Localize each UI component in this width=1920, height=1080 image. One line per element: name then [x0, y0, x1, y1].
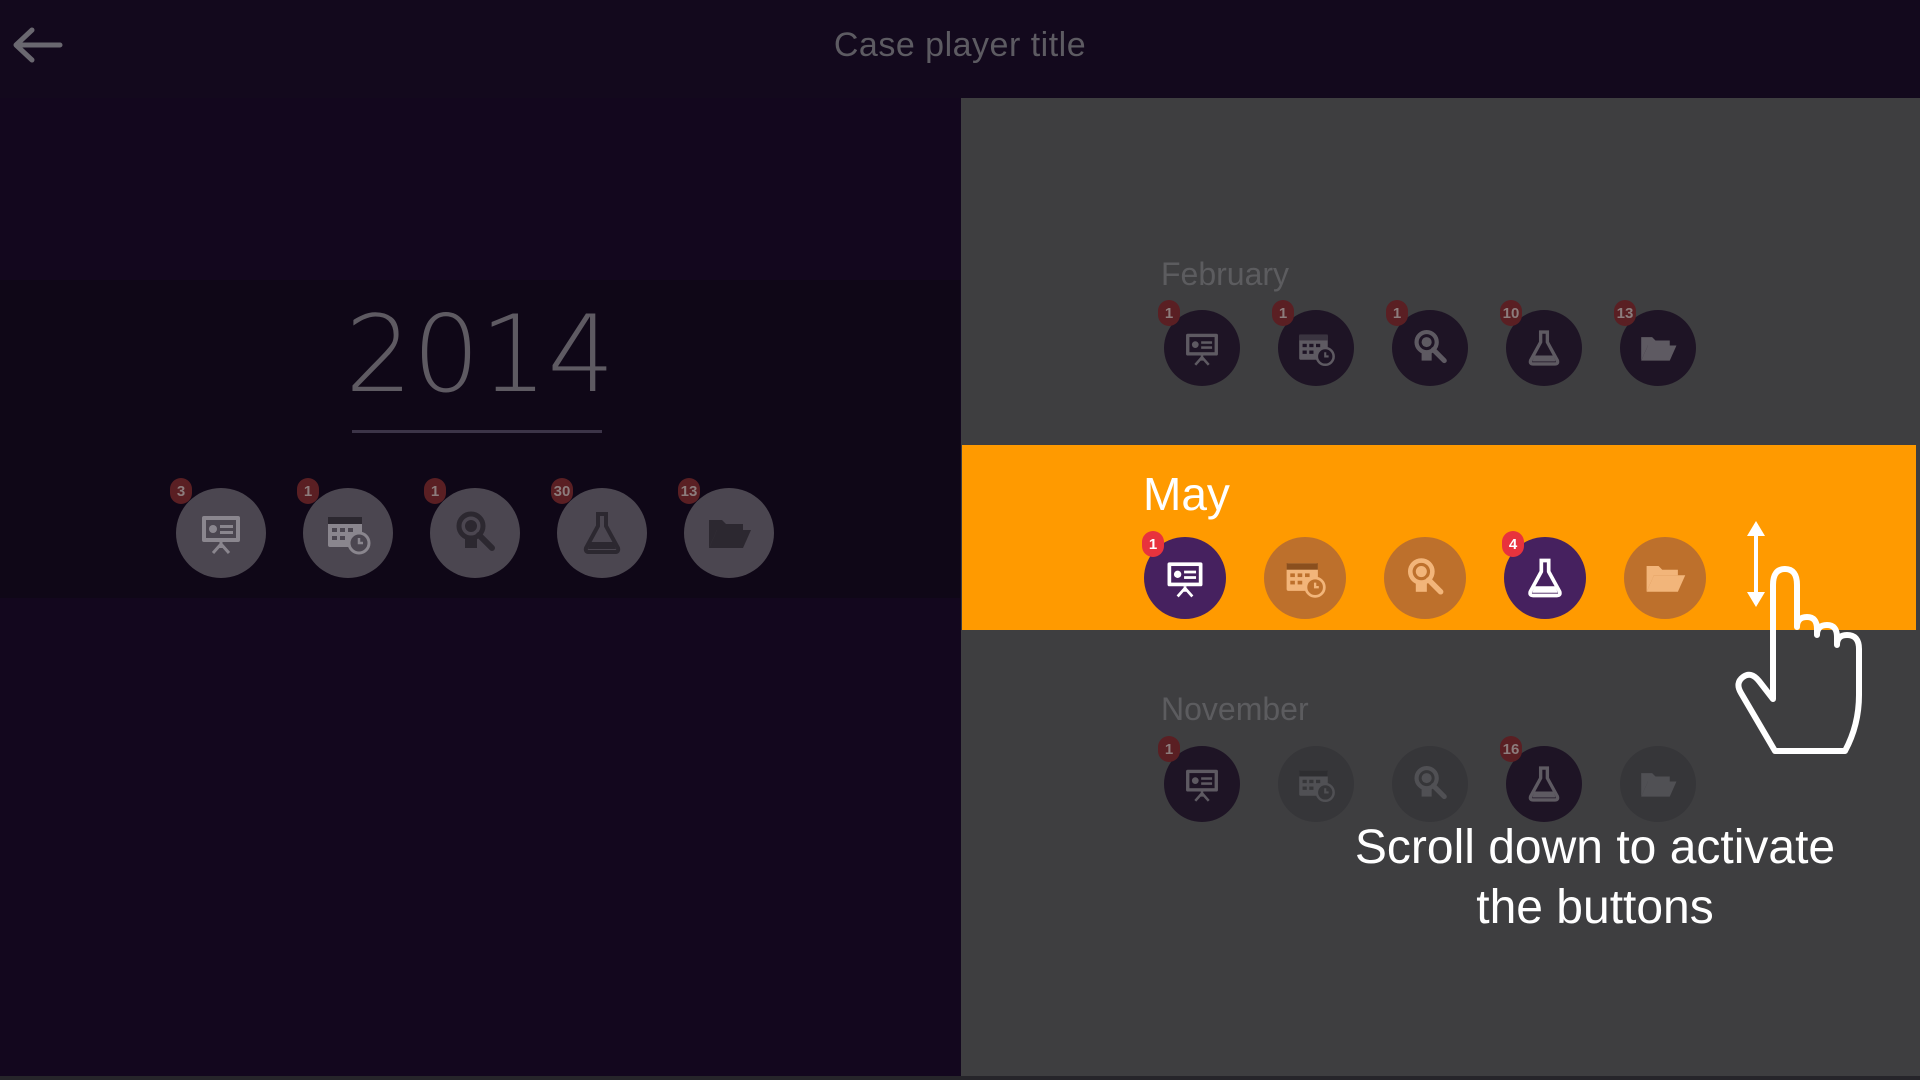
- november-lab-badge: 16: [1500, 736, 1522, 762]
- february-lab-button[interactable]: 10: [1500, 300, 1582, 386]
- presentation-icon: [1186, 333, 1218, 366]
- magnifier-icon: [456, 511, 495, 551]
- february-calendar-badge: 1: [1272, 300, 1294, 326]
- year-search-button[interactable]: 1: [424, 478, 520, 578]
- february-presentation-badge: 1: [1158, 300, 1180, 326]
- may-button-row: 1 4: [1142, 531, 1706, 619]
- flask-icon: [1528, 766, 1560, 802]
- pointing-hand-icon: [1735, 566, 1862, 754]
- may-lab-button[interactable]: 4: [1502, 531, 1586, 619]
- folder-icon: [1641, 337, 1677, 361]
- presentation-icon: [1186, 769, 1218, 802]
- presentation-icon: [1167, 562, 1203, 598]
- scroll-hint-text: Scroll down to activate the buttons: [1310, 818, 1880, 938]
- february-search-button[interactable]: 1: [1386, 300, 1468, 386]
- february-button-row: 1 1 1 10 13: [1158, 300, 1696, 386]
- february-folder-button[interactable]: 13: [1614, 300, 1696, 386]
- year-lab-badge: 30: [551, 478, 573, 504]
- year-calendar-badge: 1: [297, 478, 319, 504]
- november-lab-button[interactable]: 16: [1500, 736, 1582, 822]
- may-presentation-button[interactable]: 1: [1142, 531, 1226, 619]
- magnifier-icon: [1414, 329, 1447, 364]
- november-presentation-badge: 1: [1158, 736, 1180, 762]
- february-lab-badge: 10: [1500, 300, 1522, 326]
- may-calendar-button[interactable]: [1264, 537, 1346, 619]
- magnifier-icon: [1407, 558, 1444, 595]
- bottom-divider: [0, 1076, 1920, 1080]
- february-presentation-button[interactable]: 1: [1158, 300, 1240, 386]
- november-button-row: 1 16: [1158, 736, 1696, 822]
- year-presentation-badge: 3: [170, 478, 192, 504]
- year-presentation-button[interactable]: 3: [170, 478, 266, 578]
- november-folder-button[interactable]: [1620, 746, 1696, 822]
- year-underline: [352, 430, 602, 433]
- month-label-may: May: [1143, 468, 1230, 520]
- may-presentation-badge: 1: [1142, 531, 1164, 557]
- may-folder-button[interactable]: [1624, 537, 1706, 619]
- year-folder-button[interactable]: 13: [678, 478, 774, 578]
- calendar-clock-icon: [328, 517, 371, 555]
- year-lab-button[interactable]: 30: [551, 478, 647, 578]
- november-presentation-button[interactable]: 1: [1158, 736, 1240, 822]
- folder-icon: [709, 520, 751, 548]
- year-label: 2014: [345, 293, 615, 416]
- year-button-row: 3 1 1 30 13: [170, 478, 774, 578]
- year-folder-badge: 13: [678, 478, 700, 504]
- flask-icon: [1528, 558, 1562, 598]
- calendar-clock-icon: [1299, 770, 1335, 803]
- year-search-badge: 1: [424, 478, 446, 504]
- scroll-hint-line-2: the buttons: [1476, 881, 1714, 934]
- may-search-button[interactable]: [1384, 537, 1466, 619]
- year-calendar-button[interactable]: 1: [297, 478, 393, 578]
- calendar-clock-icon: [1286, 563, 1326, 598]
- february-search-badge: 1: [1386, 300, 1408, 326]
- flask-icon: [583, 512, 621, 554]
- february-folder-badge: 13: [1614, 300, 1636, 326]
- flask-icon: [1528, 330, 1560, 366]
- may-lab-badge: 4: [1502, 531, 1524, 557]
- month-label-november: November: [1161, 691, 1309, 727]
- november-calendar-button[interactable]: [1278, 746, 1354, 822]
- february-calendar-button[interactable]: 1: [1272, 300, 1354, 386]
- folder-icon: [1646, 566, 1686, 592]
- presentation-icon: [202, 516, 240, 554]
- magnifier-icon: [1414, 765, 1447, 800]
- page-title: Case player title: [833, 26, 1087, 64]
- calendar-clock-icon: [1299, 334, 1335, 367]
- scroll-hint-line-1: Scroll down to activate: [1354, 821, 1836, 874]
- month-label-february: February: [1161, 256, 1290, 292]
- november-search-button[interactable]: [1392, 746, 1468, 822]
- folder-icon: [1641, 773, 1677, 797]
- top-bar: Case player title: [0, 0, 1920, 98]
